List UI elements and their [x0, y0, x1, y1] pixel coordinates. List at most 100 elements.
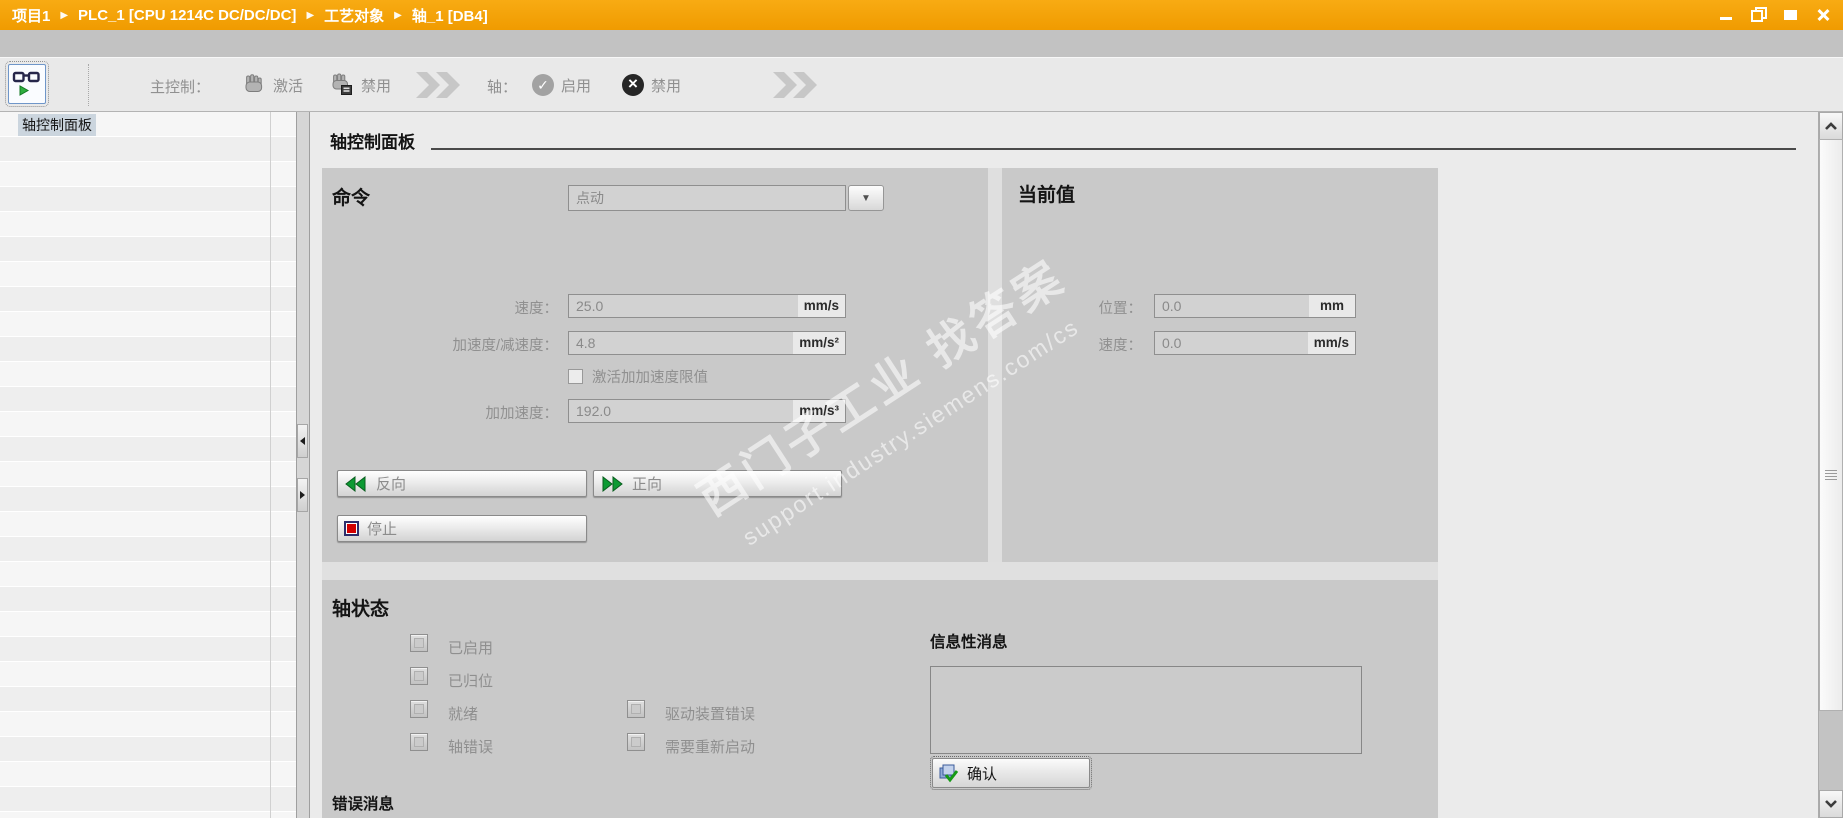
- position-value: 0.0: [1162, 298, 1182, 314]
- double-arrow-left-icon: [345, 475, 366, 492]
- title-bar: 项目1 ▶ PLC_1 [CPU 1214C DC/DC/DC] ▶ 工艺对象 …: [0, 0, 1843, 30]
- status-restart-required-indicator: [627, 733, 645, 751]
- breadcrumb-project[interactable]: 项目1: [12, 5, 50, 26]
- function-list-sidebar: 轴控制面板: [0, 112, 296, 818]
- hand-activate-icon: [245, 74, 263, 92]
- acceleration-input[interactable]: 4.8 mm/s²: [568, 331, 846, 355]
- close-button[interactable]: [1815, 7, 1831, 23]
- command-mode-value: 点动: [568, 185, 846, 211]
- backward-button[interactable]: 反向: [337, 470, 587, 497]
- status-enabled-label: 已启用: [448, 640, 494, 657]
- vertical-scrollbar[interactable]: [1818, 112, 1843, 818]
- axis-disable-button[interactable]: × 禁用: [622, 71, 681, 99]
- master-deactivate-label: 禁用: [361, 77, 392, 95]
- acceleration-value: 4.8: [576, 335, 596, 351]
- velocity-label: 速度：: [514, 301, 559, 317]
- minimize-button[interactable]: [1719, 7, 1735, 23]
- axis-enable-button[interactable]: ✓ 启用: [532, 71, 591, 99]
- status-ready-label: 就绪: [448, 706, 479, 723]
- jerk-unit: mm/s³: [793, 400, 845, 422]
- page-title: 轴控制面板: [330, 133, 415, 152]
- axis-status-heading: 轴状态: [332, 599, 390, 620]
- status-drive-error-indicator: [627, 700, 645, 718]
- acknowledge-icon: [939, 764, 959, 782]
- stop-square-icon: [344, 521, 359, 536]
- velocity-value: 25.0: [576, 298, 604, 314]
- scrollbar-track[interactable]: [1819, 711, 1843, 790]
- forward-button-label: 正向: [632, 476, 663, 493]
- sidebar-item-axis-control-panel[interactable]: 轴控制面板: [0, 112, 296, 137]
- collapse-right-button[interactable]: [297, 478, 308, 512]
- position-label: 位置：: [1098, 301, 1143, 317]
- current-values-heading: 当前值: [1018, 185, 1076, 206]
- status-restart-required-label: 需要重新启动: [665, 739, 756, 756]
- section-gap: [322, 562, 1438, 580]
- status-axis-error-label: 轴错误: [448, 739, 494, 756]
- jerk-limit-checkbox[interactable]: [568, 369, 583, 384]
- backward-button-label: 反向: [376, 476, 407, 493]
- monitor-button[interactable]: [5, 61, 49, 107]
- chevrons-icon: [416, 72, 460, 98]
- stop-button-label: 停止: [367, 521, 398, 538]
- forward-button[interactable]: 正向: [593, 470, 842, 497]
- breadcrumb-separator-icon: ▶: [60, 10, 69, 21]
- breadcrumb-separator-icon: ▶: [394, 10, 402, 21]
- chevron-down-icon[interactable]: ▼: [848, 185, 884, 211]
- chevrons-icon: [773, 72, 817, 98]
- status-enabled-indicator: [410, 634, 428, 652]
- scrollbar-grip-icon: [1825, 470, 1837, 482]
- enable-check-icon: ✓: [532, 74, 554, 96]
- title-rule: [431, 148, 1796, 150]
- restore-icon: [1751, 7, 1767, 23]
- acknowledge-button-label: 确认: [967, 765, 998, 783]
- panel-gap: [988, 168, 1002, 562]
- scroll-down-button[interactable]: [1819, 790, 1843, 818]
- stop-button[interactable]: 停止: [337, 515, 587, 542]
- acknowledge-button[interactable]: 确认: [930, 756, 1092, 790]
- status-axis-error-indicator: [410, 733, 428, 751]
- chevron-up-icon: [1825, 122, 1837, 130]
- sidebar-item-label: 轴控制面板: [18, 113, 96, 136]
- breadcrumb: 项目1 ▶ PLC_1 [CPU 1214C DC/DC/DC] ▶ 工艺对象 …: [12, 5, 488, 26]
- velocity-unit: mm/s: [797, 295, 845, 317]
- pane-splitter[interactable]: [296, 112, 310, 818]
- axis-disable-label: 禁用: [651, 77, 682, 95]
- toolbar-separator: [88, 64, 89, 106]
- scroll-up-button[interactable]: [1819, 112, 1843, 140]
- collapse-left-button[interactable]: [297, 424, 308, 458]
- triangle-left-icon: [300, 437, 305, 445]
- position-unit: mm: [1309, 295, 1355, 317]
- breadcrumb-plc[interactable]: PLC_1 [CPU 1214C DC/DC/DC]: [78, 7, 296, 24]
- command-mode-select[interactable]: 点动 ▼: [568, 185, 884, 211]
- current-velocity-unit: mm/s: [1307, 332, 1355, 354]
- restore-button[interactable]: [1751, 7, 1767, 23]
- maximize-button[interactable]: [1783, 7, 1799, 23]
- jerk-limit-row: 激活加加速度限值: [568, 366, 708, 387]
- axis-enable-label: 启用: [561, 77, 592, 95]
- double-arrow-right-icon: [602, 475, 623, 492]
- axis-control-toolbar: 主控制： 激活 禁用 轴： ✓ 启用 × 禁用: [0, 58, 1843, 112]
- scrollbar-thumb[interactable]: [1819, 139, 1843, 711]
- status-drive-error-label: 驱动装置错误: [665, 706, 756, 723]
- position-readout: 0.0 mm: [1154, 294, 1356, 318]
- info-message-box: [930, 666, 1362, 754]
- jerk-input[interactable]: 192.0 mm/s³: [568, 399, 846, 423]
- sidebar-divider: [270, 112, 271, 818]
- status-homed-indicator: [410, 667, 428, 685]
- velocity-input[interactable]: 25.0 mm/s: [568, 294, 846, 318]
- breadcrumb-tech-objects[interactable]: 工艺对象: [324, 5, 384, 26]
- window-controls: [1719, 7, 1831, 23]
- axis-status-panel: 轴状态 已启用 已归位 就绪 轴错误 驱动装置错误 需要重新启动 信息性消息 确…: [322, 580, 1438, 818]
- master-deactivate-button[interactable]: 禁用: [330, 71, 391, 99]
- jerk-value: 192.0: [576, 403, 612, 419]
- minimize-icon: [1720, 17, 1732, 20]
- master-activate-label: 激活: [273, 77, 304, 95]
- jerk-limit-label: 激活加加速度限值: [592, 370, 708, 386]
- master-activate-button[interactable]: 激活: [242, 71, 303, 99]
- status-homed-label: 已归位: [448, 673, 494, 690]
- command-panel: 命令 点动 ▼ 速度： 25.0 mm/s 加速度/减速度： 4.8 mm/s²…: [322, 168, 988, 562]
- current-velocity-value: 0.0: [1162, 335, 1182, 351]
- error-messages-label: 错误消息: [332, 796, 395, 813]
- monitor-glasses-icon: [12, 71, 40, 96]
- breadcrumb-axis-db[interactable]: 轴_1 [DB4]: [412, 5, 488, 26]
